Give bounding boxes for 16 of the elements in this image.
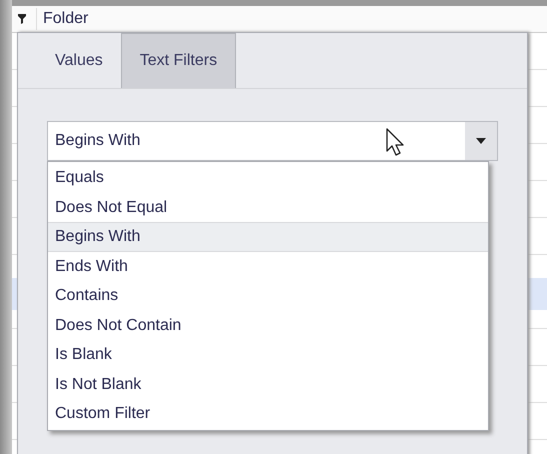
- list-item[interactable]: Does Not Equal: [48, 192, 488, 222]
- list-item[interactable]: Contains: [48, 281, 488, 310]
- condition-dropdown[interactable]: Begins With: [47, 121, 498, 161]
- list-item[interactable]: Equals: [48, 163, 488, 192]
- list-item[interactable]: Custom Filter: [48, 399, 488, 428]
- list-item[interactable]: Is Blank: [48, 340, 488, 370]
- tab[interactable]: Text Filters: [120, 33, 236, 88]
- list-item[interactable]: Is Not Blank: [48, 370, 488, 399]
- dropdown-button[interactable]: [465, 122, 497, 160]
- list-item[interactable]: Ends With: [48, 252, 488, 281]
- filter-icon[interactable]: [18, 14, 26, 24]
- tab[interactable]: Values: [37, 33, 121, 88]
- list-item[interactable]: Does Not Contain: [48, 310, 488, 340]
- list-item[interactable]: Begins With: [48, 222, 488, 252]
- caret-icon: [476, 138, 486, 144]
- column-header[interactable]: Folder: [36, 8, 88, 30]
